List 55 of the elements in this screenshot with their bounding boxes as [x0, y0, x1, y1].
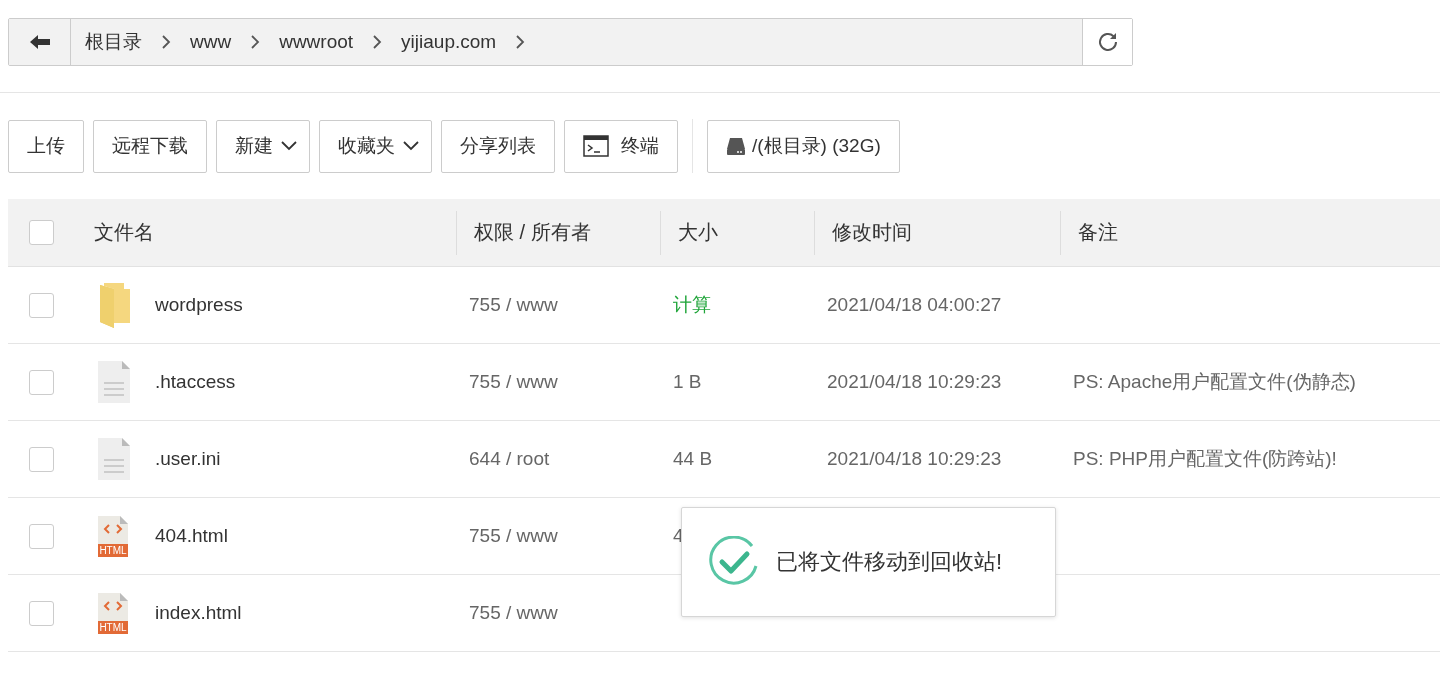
column-header: 大小 [678, 220, 718, 245]
toolbar-button[interactable]: 上传 [8, 119, 84, 173]
breadcrumb-link[interactable]: 根目录 [81, 29, 146, 55]
permission-text: 755 / www [469, 371, 558, 392]
note-text: PS: PHP用户配置文件(防跨站)! [1073, 448, 1337, 469]
toolbar-button[interactable]: 远程下载 [93, 119, 207, 173]
column-header: 修改时间 [832, 220, 912, 245]
chevron-icon [160, 35, 172, 49]
file-name[interactable]: .htaccess [155, 371, 236, 393]
back-button[interactable] [9, 19, 71, 65]
permission-text: 755 / www [469, 602, 558, 623]
terminal-icon [583, 135, 609, 157]
file-name[interactable]: 404.html [155, 525, 228, 547]
success-check-icon [708, 536, 760, 588]
permission-text: 755 / www [469, 294, 558, 315]
hard-drive-icon [726, 136, 746, 156]
permission-text: 755 / www [469, 525, 558, 546]
dropdown-button[interactable]: 收藏夹 [319, 119, 432, 173]
caret-icon [281, 141, 297, 151]
checkbox[interactable] [29, 446, 54, 472]
file-name[interactable]: wordpress [155, 294, 243, 316]
size-text: 1 B [673, 371, 702, 392]
date-text: 2021/04/18 10:29:23 [827, 448, 1002, 469]
chevron-icon [249, 35, 262, 49]
checkbox[interactable] [29, 220, 54, 245]
disk-button[interactable]: /(根目录) (32G) [707, 119, 900, 173]
checkbox[interactable] [29, 600, 54, 626]
chevron-icon [371, 35, 384, 49]
refresh-button[interactable] [1082, 19, 1132, 65]
breadcrumb-link[interactable]: yijiaup.com [397, 31, 501, 53]
toast-text: 已将文件移动到回收站! [776, 548, 1003, 576]
file-name[interactable]: index.html [155, 602, 242, 624]
column-header: 权限 / 所有者 [474, 220, 591, 245]
terminal-button[interactable]: 终端 [564, 119, 678, 173]
document-icon [98, 361, 130, 403]
folder-icon [98, 281, 132, 329]
breadcrumb-link[interactable]: wwwroot [275, 31, 358, 53]
checkbox[interactable] [29, 523, 54, 549]
breadcrumb-link[interactable]: www [186, 31, 236, 53]
column-header: 备注 [1078, 220, 1118, 245]
date-text: 2021/04/18 04:00:27 [827, 294, 1002, 315]
checkbox[interactable] [29, 292, 54, 318]
dropdown-button[interactable]: 新建 [216, 119, 310, 173]
checkbox[interactable] [29, 369, 54, 395]
column-header: 文件名 [94, 220, 154, 245]
caret-icon [403, 141, 419, 151]
date-text: 2021/04/18 10:29:23 [827, 371, 1002, 392]
file-name[interactable]: .user.ini [155, 448, 221, 470]
permission-text: 644 / root [469, 448, 550, 469]
toolbar-button[interactable]: 分享列表 [441, 119, 555, 173]
size-text: 44 B [673, 448, 713, 469]
document-icon [98, 438, 130, 480]
back-arrow-icon [28, 34, 51, 50]
chevron-icon [514, 35, 527, 49]
note-text: PS: Apache用户配置文件(伪静态) [1073, 371, 1356, 392]
